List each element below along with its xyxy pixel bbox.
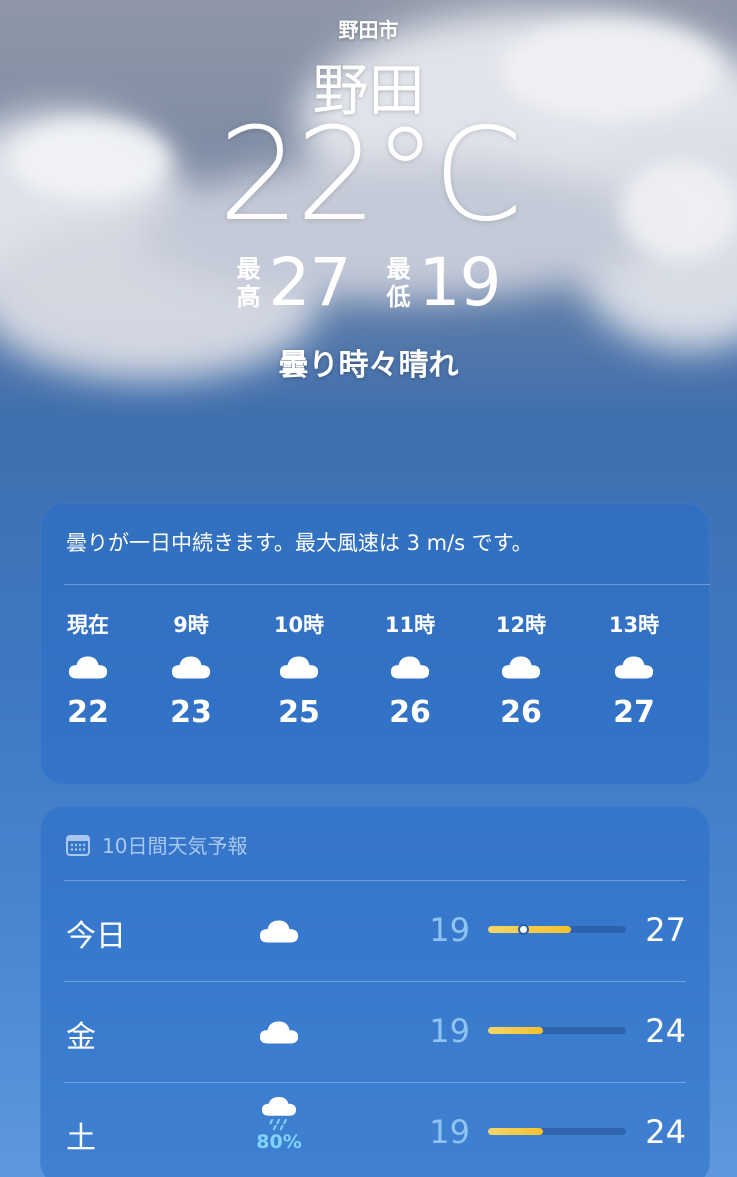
cloud-icon — [259, 1021, 299, 1044]
cloud-rain-icon — [262, 1097, 296, 1131]
forecast-row[interactable]: 土 80% 19 24 — [40, 1083, 710, 1177]
hourly-icon-wrap — [146, 639, 236, 695]
forecast-day-label: 今日 — [66, 919, 126, 954]
hourly-forecast-card[interactable]: 曇りが一日中続きます。最大風速は 3 m/s です。 現在 22 9時 23 10時 25… — [40, 503, 710, 785]
hourly-icon-wrap — [254, 639, 344, 695]
temperature-range-bar — [488, 1027, 626, 1034]
calendar-icon — [66, 834, 90, 856]
cloud-icon — [279, 656, 319, 679]
high-temperature: 最高 27 — [236, 244, 352, 321]
forecast-low: 19 — [429, 911, 470, 949]
forecast-row[interactable]: 今日 19 27 — [40, 881, 710, 981]
hourly-item: 12時 26 — [476, 609, 566, 730]
cloud-icon — [501, 656, 541, 679]
forecast-day-label: 金 — [66, 1020, 96, 1055]
forecast-icon-wrap: 80% — [254, 1097, 304, 1153]
precipitation-chance: 80% — [256, 1131, 302, 1153]
hourly-icon-wrap — [365, 639, 455, 695]
temperature-range-fill — [488, 1128, 544, 1135]
forecast-low: 19 — [429, 1113, 470, 1151]
hourly-time: 10時 — [273, 613, 325, 637]
weather-condition: 曇り時々晴れ — [278, 348, 459, 383]
hourly-item: 13時 27 — [589, 609, 679, 730]
hourly-time: 9時 — [173, 613, 209, 637]
hourly-item: 10時 25 — [254, 609, 344, 730]
temperature-range-bar — [488, 924, 626, 935]
hourly-icon-wrap — [589, 639, 679, 695]
hourly-temp: 26 — [500, 695, 542, 730]
cloud-icon — [390, 656, 430, 679]
forecast-high: 24 — [645, 1012, 686, 1050]
temperature-range-fill — [488, 1027, 544, 1034]
hourly-temp: 27 — [613, 695, 655, 730]
hourly-summary: 曇りが一日中続きます。最大風速は 3 m/s です。 — [66, 531, 533, 555]
forecast-icon-wrap — [254, 917, 304, 973]
cloud-icon — [259, 920, 299, 943]
current-temperature-marker — [517, 924, 529, 935]
divider — [64, 584, 710, 585]
location-subtitle: 野田市 — [338, 18, 399, 42]
hourly-item: 9時 23 — [146, 609, 236, 730]
hourly-temp: 26 — [389, 695, 431, 730]
hourly-temp: 23 — [170, 695, 212, 730]
forecast-header-label: 10日間天気予報 — [102, 834, 248, 858]
cloud-icon — [614, 656, 654, 679]
hourly-time: 11時 — [384, 613, 436, 637]
hourly-item: 現在 22 — [43, 609, 133, 730]
low-temperature: 最低 19 — [386, 244, 502, 321]
hourly-time: 13時 — [608, 613, 660, 637]
forecast-day-label: 土 — [66, 1121, 96, 1156]
cloud-icon — [68, 656, 108, 679]
current-temperature: 22°C — [218, 101, 522, 250]
hourly-icon-wrap — [43, 639, 133, 695]
forecast-high: 27 — [645, 911, 686, 949]
cloud-icon — [171, 656, 211, 679]
temperature-range-fill — [488, 926, 571, 933]
low-value: 19 — [418, 244, 502, 321]
temperature-range-bar — [488, 1128, 626, 1135]
forecast-low: 19 — [429, 1012, 470, 1050]
hourly-item: 11時 26 — [365, 609, 455, 730]
hourly-time: 12時 — [495, 613, 547, 637]
hourly-icon-wrap — [476, 639, 566, 695]
forecast-icon-wrap — [254, 1018, 304, 1074]
low-label: 最低 — [386, 255, 411, 311]
forecast-header: 10日間天気予報 — [66, 830, 247, 859]
hourly-list[interactable]: 現在 22 9時 23 10時 25 11時 26 12時 26 13時 27 — [40, 609, 710, 769]
hourly-temp: 22 — [67, 695, 109, 730]
ten-day-forecast-card[interactable]: 10日間天気予報 今日 19 27 金 19 24 土 80% 19 24 — [40, 806, 710, 1177]
high-low-temperature: 最高 27 最低 19 — [0, 250, 737, 316]
forecast-row[interactable]: 金 19 24 — [40, 982, 710, 1082]
forecast-high: 24 — [645, 1113, 686, 1151]
hourly-temp: 25 — [278, 695, 320, 730]
high-value: 27 — [268, 244, 352, 321]
high-label: 最高 — [236, 255, 261, 311]
hourly-time: 現在 — [67, 613, 109, 637]
